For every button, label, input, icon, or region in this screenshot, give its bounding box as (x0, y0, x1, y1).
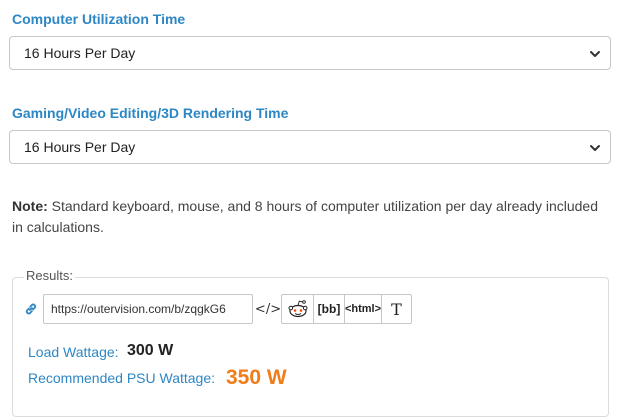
utilization-label: Computer Utilization Time (12, 11, 186, 27)
text-code-button[interactable]: T (382, 295, 411, 323)
html-code-button[interactable]: <html> (345, 295, 382, 323)
embed-code-button[interactable]: </> (255, 296, 281, 322)
share-url-input[interactable]: https://outervision.com/b/zqgkG6 (43, 294, 253, 324)
load-wattage-label: Load Wattage: (28, 344, 119, 360)
reddit-icon (288, 300, 308, 318)
bbcode-button[interactable]: [bb] (314, 295, 345, 323)
link-icon (25, 303, 37, 315)
note-text: Standard keyboard, mouse, and 8 hours of… (12, 198, 598, 235)
gaming-time-select[interactable]: 16 Hours Per Day (9, 130, 611, 164)
note-prefix: Note: (12, 198, 48, 214)
results-legend: Results: (24, 268, 75, 283)
psu-wattage-label: Recommended PSU Wattage: (28, 370, 216, 386)
utilization-select[interactable]: 16 Hours Per Day (9, 36, 611, 70)
utilization-selected-value: 16 Hours Per Day (24, 45, 136, 61)
chevron-down-icon (590, 145, 600, 151)
chevron-down-icon (590, 51, 600, 57)
reddit-share-button[interactable] (282, 295, 314, 323)
psu-wattage-value: 350 W (226, 366, 287, 389)
share-buttons: [bb] <html> T (281, 294, 412, 324)
gaming-time-label: Gaming/Video Editing/3D Rendering Time (12, 105, 289, 121)
calculation-note: Note: Standard keyboard, mouse, and 8 ho… (12, 196, 612, 238)
load-wattage-value: 300 W (127, 342, 174, 359)
gaming-time-selected-value: 16 Hours Per Day (24, 139, 136, 155)
